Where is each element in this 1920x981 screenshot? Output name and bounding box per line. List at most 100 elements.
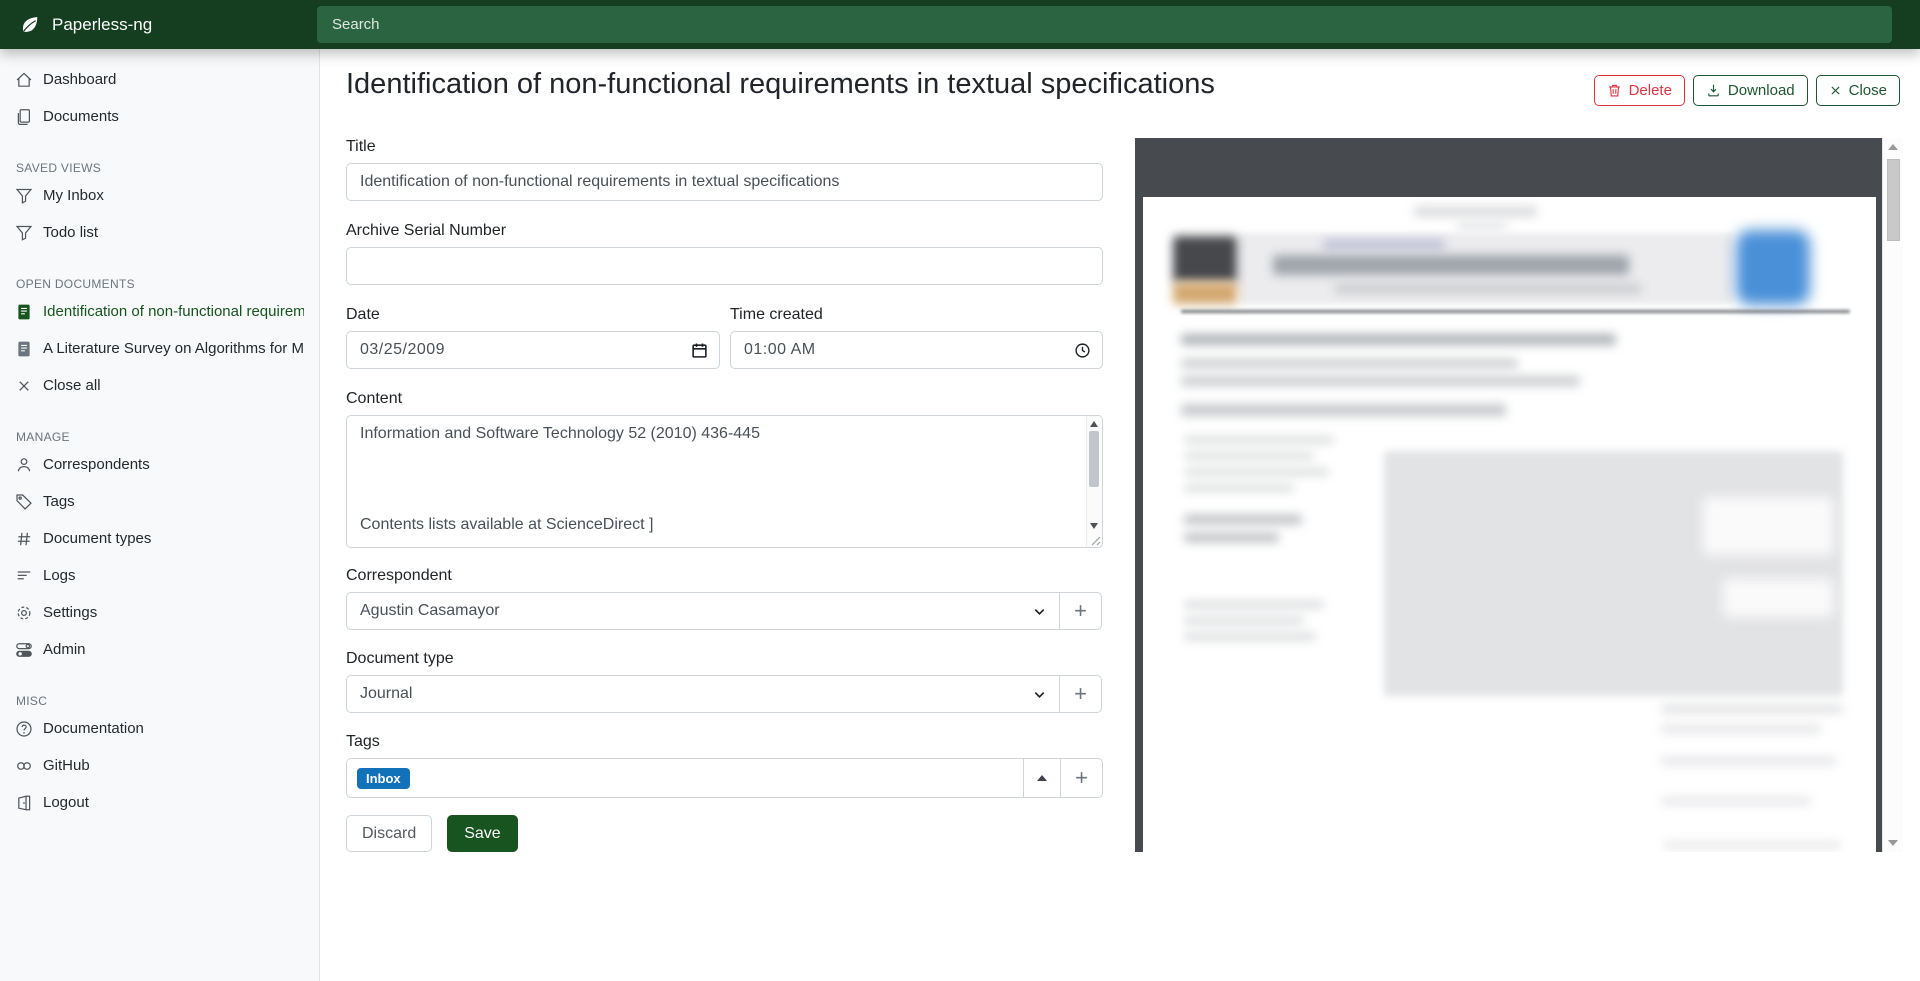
sidebar-item-label: Logs: [43, 567, 76, 584]
scrollbar-thumb[interactable]: [1887, 159, 1900, 241]
sidebar-item-my-inbox[interactable]: My Inbox: [0, 177, 319, 214]
blur-shape: [1181, 334, 1616, 345]
scroll-up-icon[interactable]: [1090, 421, 1098, 427]
sidebar-item-label: My Inbox: [43, 187, 104, 204]
correspondent-select[interactable]: Agustin Casamayor: [346, 592, 1060, 630]
time-created-label: Time created: [730, 305, 1103, 324]
preview-scrollbar[interactable]: [1882, 138, 1903, 852]
sidebar-open-document-1[interactable]: Identification of non-functional require…: [0, 293, 319, 330]
blur-shape: [1181, 310, 1850, 313]
time-created-value: 01:00 AM: [744, 341, 816, 359]
document-preview[interactable]: [1135, 138, 1903, 852]
sidebar-item-label: Identification of non-functional require…: [43, 303, 304, 320]
file-text-icon: [15, 340, 33, 358]
sidebar-item-label: Documents: [43, 108, 119, 125]
preview-page: [1143, 197, 1876, 852]
question-circle-icon: [15, 720, 33, 738]
blur-shape: [1661, 705, 1843, 713]
blur-shape: [1323, 240, 1445, 249]
title-input[interactable]: [346, 163, 1103, 201]
clock-icon[interactable]: [1074, 342, 1091, 359]
sidebar-item-tags[interactable]: Tags: [0, 483, 319, 520]
blur-shape: [1703, 497, 1833, 555]
time-created-input[interactable]: 01:00 AM: [730, 331, 1103, 369]
blur-shape: [1414, 206, 1537, 217]
resize-grip-icon[interactable]: [1088, 533, 1101, 546]
blur-shape: [1273, 255, 1629, 275]
blur-shape: [1335, 284, 1641, 293]
add-tag-button[interactable]: +: [1060, 758, 1103, 798]
sidebar-item-github[interactable]: GitHub: [0, 747, 319, 784]
sidebar-item-document-types[interactable]: Document types: [0, 520, 319, 557]
text-lines-icon: [15, 567, 33, 585]
chevron-down-icon: [1032, 604, 1047, 619]
sidebar-item-label: Document types: [43, 530, 151, 547]
content-scrollbar[interactable]: [1086, 416, 1102, 547]
gear-icon: [15, 604, 33, 622]
funnel-icon: [15, 224, 33, 242]
blur-shape: [1661, 725, 1821, 733]
top-navbar: Paperless-ng: [0, 0, 1920, 49]
calendar-icon[interactable]: [691, 342, 708, 359]
add-correspondent-button[interactable]: +: [1059, 592, 1102, 630]
sidebar-item-logs[interactable]: Logs: [0, 557, 319, 594]
scroll-down-icon[interactable]: [1090, 523, 1098, 529]
sidebar-item-label: Documentation: [43, 720, 144, 737]
sidebar-item-todo-list[interactable]: Todo list: [0, 214, 319, 251]
blur-shape: [1181, 404, 1506, 416]
tag-badge-inbox[interactable]: Inbox: [357, 768, 410, 789]
brand-label: Paperless-ng: [52, 15, 152, 35]
document-type-value: Journal: [360, 685, 412, 703]
sidebar-item-label: A Literature Survey on Algorithms for Mu…: [43, 340, 304, 357]
document-type-select[interactable]: Journal: [346, 675, 1060, 713]
sidebar-item-logout[interactable]: Logout: [0, 784, 319, 821]
content-line-1: Information and Software Technology 52 (…: [360, 425, 760, 443]
sidebar-item-dashboard[interactable]: Dashboard: [0, 61, 319, 98]
sidebar-item-documentation[interactable]: Documentation: [0, 710, 319, 747]
tags-dropdown-toggle[interactable]: [1023, 758, 1061, 798]
blur-shape: [1661, 797, 1811, 805]
sidebar-item-close-all[interactable]: Close all: [0, 367, 319, 404]
date-input[interactable]: 03/25/2009: [346, 331, 720, 369]
blur-shape: [1181, 376, 1580, 386]
blur-shape: [1723, 579, 1833, 617]
sidebar-item-correspondents[interactable]: Correspondents: [0, 446, 319, 483]
search-input[interactable]: [317, 6, 1892, 43]
blur-shape: [1736, 230, 1810, 305]
asn-label: Archive Serial Number: [346, 221, 1103, 240]
hash-icon: [15, 530, 33, 548]
document-type-label: Document type: [346, 649, 1103, 668]
save-button[interactable]: Save: [447, 815, 517, 852]
correspondent-label: Correspondent: [346, 566, 1103, 585]
sidebar-open-document-2[interactable]: A Literature Survey on Algorithms for Mu…: [0, 330, 319, 367]
sidebar: Dashboard Documents SAVED VIEWS My Inbox…: [0, 49, 320, 981]
file-text-icon: [15, 303, 33, 321]
tags-label: Tags: [346, 732, 1103, 751]
scroll-up-icon[interactable]: [1888, 144, 1898, 150]
blur-shape: [1184, 485, 1294, 491]
sidebar-item-admin[interactable]: Admin: [0, 631, 319, 668]
sidebar-item-label: GitHub: [43, 757, 90, 774]
close-button[interactable]: Close: [1816, 75, 1900, 106]
content-textarea[interactable]: Information and Software Technology 52 (…: [346, 415, 1103, 548]
tags-input[interactable]: Inbox: [346, 758, 1024, 798]
close-label: Close: [1849, 82, 1887, 99]
app-brand[interactable]: Paperless-ng: [0, 15, 320, 35]
sidebar-item-label: Todo list: [43, 224, 98, 241]
sidebar-item-settings[interactable]: Settings: [0, 594, 319, 631]
date-value: 03/25/2009: [360, 341, 445, 359]
discard-button[interactable]: Discard: [346, 815, 432, 852]
content-label: Content: [346, 389, 1103, 408]
title-label: Title: [346, 137, 1103, 156]
download-button[interactable]: Download: [1693, 75, 1808, 106]
delete-button[interactable]: Delete: [1594, 75, 1685, 106]
blur-shape: [1661, 757, 1836, 765]
blur-shape: [1184, 617, 1304, 624]
add-document-type-button[interactable]: +: [1059, 675, 1102, 713]
sidebar-item-documents[interactable]: Documents: [0, 98, 319, 135]
asn-input[interactable]: [346, 247, 1103, 285]
scroll-down-icon[interactable]: [1888, 840, 1898, 846]
correspondent-value: Agustin Casamayor: [360, 602, 500, 620]
scrollbar-thumb[interactable]: [1089, 431, 1099, 487]
blur-shape: [1663, 841, 1841, 849]
